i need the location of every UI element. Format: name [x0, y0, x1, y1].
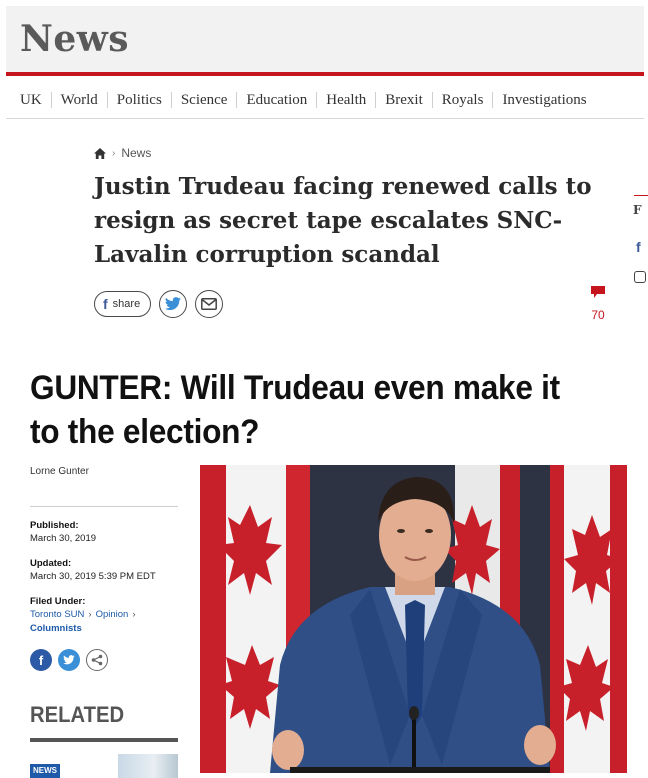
- nav-item-science[interactable]: Science: [170, 92, 237, 108]
- facebook-icon[interactable]: f: [636, 239, 641, 255]
- photo-illustration: [200, 465, 627, 773]
- news-tag[interactable]: NEWS: [30, 764, 60, 778]
- article-headline: Justin Trudeau facing renewed calls to r…: [94, 173, 592, 268]
- twitter-share-icon[interactable]: [58, 649, 80, 671]
- nav-item-brexit[interactable]: Brexit: [375, 92, 432, 108]
- filed-under-label: Filed Under:: [30, 596, 86, 607]
- nav-item-world[interactable]: World: [50, 92, 107, 108]
- related-thumbnail[interactable]: [118, 754, 178, 778]
- breadcrumb: › News: [94, 146, 151, 160]
- filed-link-opinion[interactable]: Opinion: [96, 609, 129, 620]
- instagram-icon[interactable]: [634, 271, 646, 283]
- article-photo: [200, 465, 627, 773]
- updated-label: Updated:: [30, 558, 72, 569]
- twitter-icon: [63, 655, 75, 665]
- section-masthead: News: [6, 6, 644, 72]
- breadcrumb-separator: ›: [112, 147, 116, 159]
- filed-link-toronto-sun[interactable]: Toronto SUN: [30, 609, 84, 620]
- filed-link-columnists[interactable]: Columnists: [30, 623, 82, 634]
- nav-item-royals[interactable]: Royals: [431, 92, 493, 108]
- comments-link[interactable]: 70: [584, 286, 612, 322]
- facebook-icon: f: [103, 296, 108, 312]
- nav-item-uk[interactable]: UK: [6, 92, 51, 108]
- email-icon: [201, 298, 218, 310]
- nav-item-health[interactable]: Health: [316, 92, 375, 108]
- share-bar: f share: [94, 290, 224, 318]
- section-title[interactable]: News: [20, 18, 129, 60]
- chevron-right-icon: ›: [132, 609, 136, 620]
- home-icon[interactable]: [94, 147, 106, 159]
- related-heading: RELATED: [30, 702, 125, 727]
- nav-divider: [6, 118, 644, 119]
- sidebar-fragment-letter: F: [633, 203, 642, 217]
- twitter-share-button[interactable]: [159, 290, 188, 318]
- sidebar-fragment: F f: [630, 195, 648, 305]
- nav-item-investigations[interactable]: Investigations: [492, 92, 595, 108]
- sun-headline: GUNTER: Will Trudeau even make it to the…: [30, 369, 560, 451]
- share-icon[interactable]: [86, 649, 108, 671]
- section-nav: UK World Politics Science Education Heal…: [6, 86, 644, 114]
- updated-date: March 30, 2019 5:39 PM EDT: [30, 571, 156, 582]
- comment-count: 70: [591, 308, 605, 322]
- meta-divider: [30, 506, 178, 507]
- breadcrumb-news[interactable]: News: [121, 146, 151, 160]
- author-byline[interactable]: Lorne Gunter: [30, 466, 89, 477]
- social-share-row: f: [30, 649, 108, 671]
- comment-icon: [591, 286, 605, 298]
- nav-item-education[interactable]: Education: [236, 92, 316, 108]
- twitter-icon: [165, 297, 182, 311]
- published-date: March 30, 2019: [30, 533, 97, 544]
- email-share-button[interactable]: [195, 290, 224, 318]
- filed-under-links: Toronto SUN › Opinion ›: [30, 609, 139, 620]
- facebook-share-icon[interactable]: f: [30, 649, 52, 671]
- telegraph-clipping: News UK World Politics Science Education…: [0, 0, 648, 330]
- chevron-right-icon: ›: [88, 609, 92, 620]
- share-nodes-icon: [91, 654, 103, 666]
- nav-item-politics[interactable]: Politics: [106, 92, 171, 108]
- facebook-share-button[interactable]: f share: [94, 291, 152, 317]
- sidebar-fragment-rule: [634, 195, 648, 196]
- masthead-rule: [6, 72, 644, 76]
- share-label: share: [112, 298, 141, 310]
- related-rule: [30, 738, 178, 742]
- published-label: Published:: [30, 520, 79, 531]
